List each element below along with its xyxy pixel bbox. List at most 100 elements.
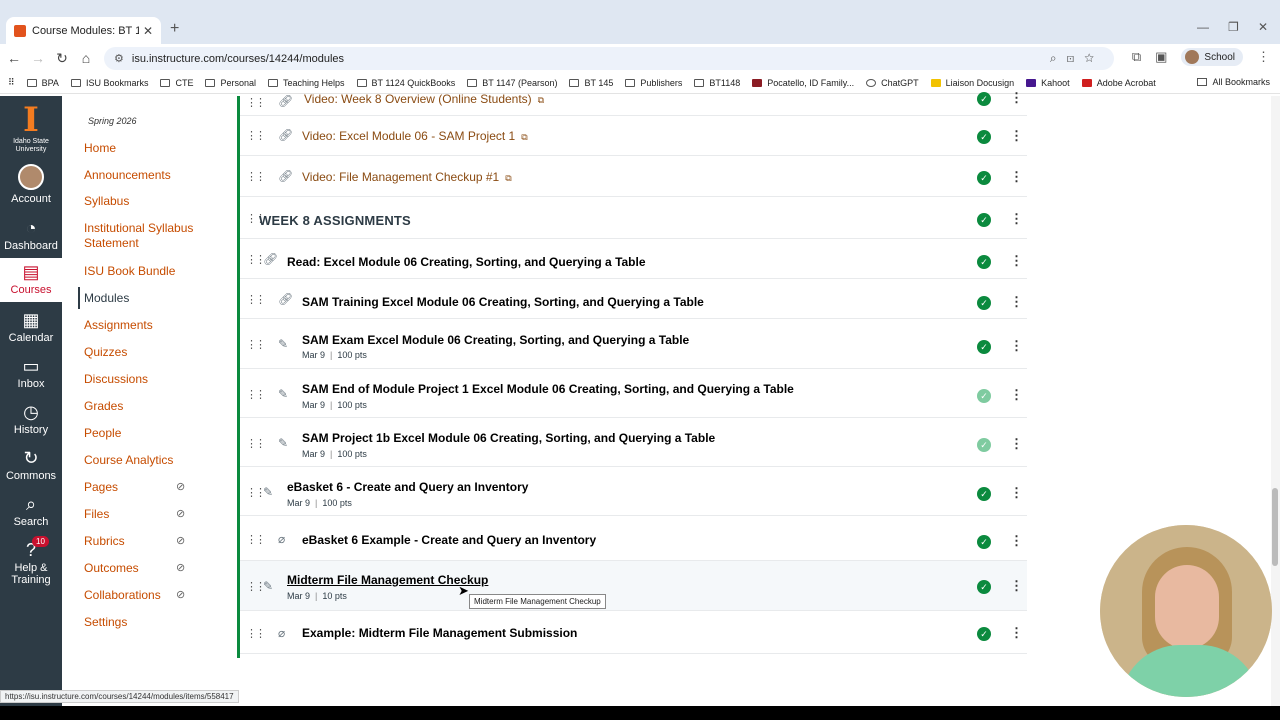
published-icon[interactable]: ✓ xyxy=(977,340,991,354)
global-nav-inbox[interactable]: ▭ Inbox xyxy=(0,356,62,390)
item-options-icon[interactable]: ⋮ xyxy=(1010,387,1023,403)
bookmark-item[interactable]: Personal xyxy=(205,78,256,88)
published-icon[interactable]: ✓ xyxy=(977,438,991,452)
course-nav-institutional-syllabus[interactable]: Institutional Syllabus Statement xyxy=(84,221,214,251)
menu-icon[interactable]: ⋮ xyxy=(1257,49,1270,65)
published-icon[interactable]: ✓ xyxy=(977,171,991,185)
close-window-icon[interactable]: ✕ xyxy=(1258,20,1268,34)
course-nav-pages[interactable]: Pages xyxy=(84,480,214,495)
global-nav-account[interactable]: Account xyxy=(0,164,62,205)
course-nav-quizzes[interactable]: Quizzes xyxy=(84,345,214,360)
course-nav-people[interactable]: People xyxy=(84,426,214,441)
course-nav-settings[interactable]: Settings xyxy=(84,615,214,630)
course-nav-grades[interactable]: Grades xyxy=(84,399,214,414)
module-item-title[interactable]: Read: Excel Module 06 Creating, Sorting,… xyxy=(287,255,646,269)
site-info-icon[interactable]: ⚙ xyxy=(114,52,124,65)
bookmark-item[interactable]: ChatGPT xyxy=(866,78,919,88)
apps-icon[interactable]: ⠿ xyxy=(8,77,15,88)
item-options-icon[interactable]: ⋮ xyxy=(1010,169,1023,185)
forward-icon[interactable]: → xyxy=(26,50,50,66)
drag-handle-icon[interactable]: ⋮⋮ xyxy=(246,170,266,183)
item-options-icon[interactable]: ⋮ xyxy=(1010,294,1023,310)
drag-handle-icon[interactable]: ⋮⋮ xyxy=(246,533,266,546)
drag-handle-icon[interactable]: ⋮⋮ xyxy=(246,388,266,401)
course-nav-files[interactable]: Files xyxy=(84,507,214,522)
bookmark-item[interactable]: Teaching Helps xyxy=(268,78,345,88)
item-options-icon[interactable]: ⋮ xyxy=(1010,485,1023,501)
bookmark-item[interactable]: CTE xyxy=(160,78,193,88)
bookmark-item[interactable]: BT 145 xyxy=(569,78,613,88)
item-options-icon[interactable]: ⋮ xyxy=(1010,90,1023,106)
bookmark-item[interactable]: BT1148 xyxy=(694,78,740,88)
course-nav-announcements[interactable]: Announcements xyxy=(84,168,214,183)
module-item-title[interactable]: Video: Excel Module 06 - SAM Project 1 ⧉ xyxy=(302,129,528,143)
drag-handle-icon[interactable]: ⋮⋮ xyxy=(246,486,266,499)
home-icon[interactable]: ⌂ xyxy=(74,50,98,66)
course-nav-syllabus[interactable]: Syllabus xyxy=(84,194,214,209)
item-options-icon[interactable]: ⋮ xyxy=(1010,338,1023,354)
module-item-title[interactable]: Video: Week 8 Overview (Online Students)… xyxy=(304,92,544,106)
published-icon[interactable]: ✓ xyxy=(977,213,991,227)
reload-icon[interactable]: ↻ xyxy=(50,50,74,67)
page-scrollbar[interactable] xyxy=(1271,96,1280,706)
drag-handle-icon[interactable]: ⋮⋮ xyxy=(246,293,266,306)
global-nav-dashboard[interactable]: ◔ Dashboard xyxy=(0,218,62,252)
course-nav-analytics[interactable]: Course Analytics xyxy=(84,453,214,468)
browser-tab[interactable]: Course Modules: BT 1175 - 01. ✕ xyxy=(6,17,161,44)
module-item-title[interactable]: eBasket 6 Example - Create and Query an … xyxy=(302,533,596,547)
module-item-title[interactable]: eBasket 6 - Create and Query an Inventor… xyxy=(287,480,528,494)
bookmark-item[interactable]: BPA xyxy=(26,78,59,88)
course-nav-outcomes[interactable]: Outcomes xyxy=(84,561,214,576)
item-options-icon[interactable]: ⋮ xyxy=(1010,625,1023,641)
course-nav-collaborations[interactable]: Collaborations xyxy=(84,588,214,603)
minimize-icon[interactable]: — xyxy=(1197,20,1209,34)
published-icon[interactable]: ✓ xyxy=(977,389,991,403)
published-icon[interactable]: ✓ xyxy=(977,296,991,310)
address-bar[interactable]: ⚙ isu.instructure.com/courses/14244/modu… xyxy=(104,47,1114,70)
drag-handle-icon[interactable]: ⋮⋮ xyxy=(246,627,266,640)
bookmark-item[interactable]: BT 1124 QuickBooks xyxy=(356,78,455,88)
published-icon[interactable]: ✓ xyxy=(977,130,991,144)
course-nav-rubrics[interactable]: Rubrics xyxy=(84,534,214,549)
course-nav-modules[interactable]: Modules xyxy=(84,291,214,306)
course-nav-assignments[interactable]: Assignments xyxy=(84,318,214,333)
maximize-icon[interactable]: ❐ xyxy=(1228,20,1239,34)
all-bookmarks[interactable]: All Bookmarks xyxy=(1197,77,1270,87)
address-bar-actions[interactable]: ⌕⊡☆ xyxy=(1050,51,1104,66)
module-item-title[interactable]: SAM Project 1b Excel Module 06 Creating,… xyxy=(302,431,715,445)
published-icon[interactable]: ✓ xyxy=(977,255,991,269)
bookmark-item[interactable]: Kahoot xyxy=(1026,78,1070,88)
drag-handle-icon[interactable]: ⋮⋮ xyxy=(246,129,266,142)
drag-handle-icon[interactable]: ⋮⋮ xyxy=(246,96,266,109)
close-tab-icon[interactable]: ✕ xyxy=(143,24,153,38)
bookmark-item[interactable]: Liaison Docusign xyxy=(930,78,1014,88)
published-icon[interactable]: ✓ xyxy=(977,535,991,549)
global-nav-courses[interactable]: ▤ Courses xyxy=(0,258,62,302)
course-nav-home[interactable]: Home xyxy=(84,141,214,156)
global-nav-commons[interactable]: ↻ Commons xyxy=(0,448,62,482)
global-nav-help[interactable]: ? 10 Help & Training xyxy=(0,536,62,586)
back-icon[interactable]: ← xyxy=(2,50,26,66)
bookmark-item[interactable]: ISU Bookmarks xyxy=(70,78,148,88)
module-item-title[interactable]: SAM End of Module Project 1 Excel Module… xyxy=(302,382,794,396)
module-item-title[interactable]: SAM Training Excel Module 06 Creating, S… xyxy=(302,295,704,309)
item-options-icon[interactable]: ⋮ xyxy=(1010,211,1023,227)
published-icon[interactable]: ✓ xyxy=(977,487,991,501)
item-options-icon[interactable]: ⋮ xyxy=(1010,578,1023,594)
bookmark-item[interactable]: Adobe Acrobat xyxy=(1081,78,1156,88)
drag-handle-icon[interactable]: ⋮⋮ xyxy=(246,437,266,450)
item-options-icon[interactable]: ⋮ xyxy=(1010,533,1023,549)
bookmark-item[interactable]: Pocatello, ID Family... xyxy=(752,78,854,88)
scrollbar-thumb[interactable] xyxy=(1272,488,1278,566)
reading-list-icon[interactable]: ▣ xyxy=(1155,49,1167,65)
new-tab-icon[interactable]: + xyxy=(170,20,179,38)
drag-handle-icon[interactable]: ⋮⋮ xyxy=(246,580,266,593)
profile-button[interactable]: School xyxy=(1181,48,1243,66)
isu-logo[interactable]: I Idaho State University xyxy=(0,102,62,154)
bookmark-item[interactable]: Publishers xyxy=(625,78,682,88)
module-item-title[interactable]: Example: Midterm File Management Submiss… xyxy=(302,626,577,640)
drag-handle-icon[interactable]: ⋮⋮ xyxy=(246,253,266,266)
global-nav-calendar[interactable]: ▦ Calendar xyxy=(0,310,62,344)
global-nav-search[interactable]: ⌕ Search xyxy=(0,494,62,528)
module-item-title[interactable]: Video: File Management Checkup #1 ⧉ xyxy=(302,170,512,184)
